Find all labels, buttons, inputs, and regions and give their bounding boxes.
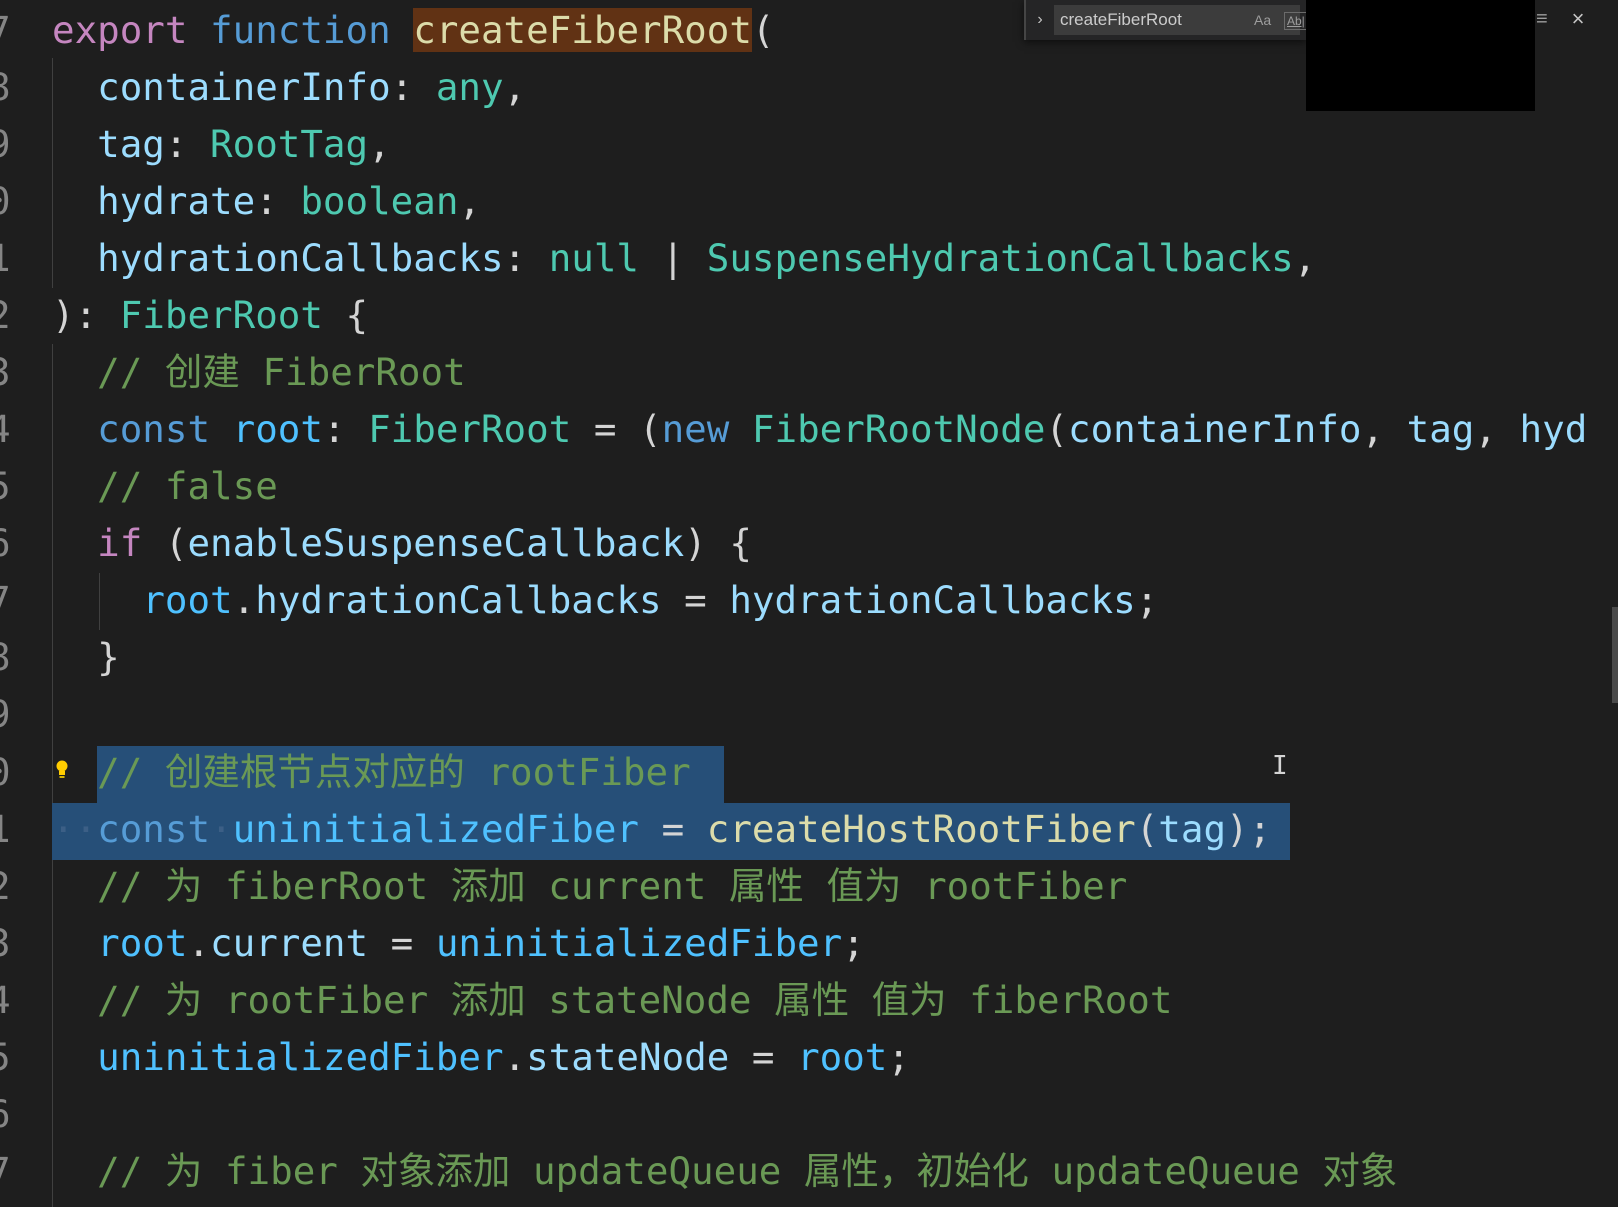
scrollbar-thumb[interactable] bbox=[1612, 607, 1618, 703]
code-text: // 创建根节点对应的 rootFiber bbox=[97, 750, 691, 794]
menu-lines-icon[interactable]: ≡ bbox=[1536, 8, 1554, 30]
line-number: 0 bbox=[0, 173, 28, 230]
code-editor[interactable]: 7 export function createFiberRoot( 8 con… bbox=[0, 0, 1618, 1207]
code-text: root.hydrationCallbacks = hydrationCallb… bbox=[142, 578, 1159, 622]
code-line[interactable]: 3 root.current = uninitializedFiber; bbox=[0, 915, 1618, 972]
code-text: tag: RootTag, bbox=[97, 122, 391, 166]
code-line[interactable]: 1 ··const·uninitializedFiber = createHos… bbox=[0, 801, 1618, 858]
line-number: 3 bbox=[0, 344, 28, 401]
line-number: 7 bbox=[0, 572, 28, 629]
line-number: 4 bbox=[0, 972, 28, 1029]
code-line[interactable]: 9 tag: RootTag, bbox=[0, 116, 1618, 173]
code-line[interactable]: 8 } bbox=[0, 629, 1618, 686]
line-number: 7 bbox=[0, 1143, 28, 1200]
line-number: 4 bbox=[0, 401, 28, 458]
vertical-scrollbar[interactable] bbox=[1608, 0, 1618, 1207]
code-text: } bbox=[97, 635, 120, 679]
code-text: // 为 fiberRoot 添加 current 属性 值为 rootFibe… bbox=[97, 864, 1128, 908]
line-number: 9 bbox=[0, 686, 28, 743]
code-text: hydrationCallbacks: null | SuspenseHydra… bbox=[97, 236, 1317, 280]
code-line[interactable]: 6 bbox=[0, 1086, 1618, 1143]
lightbulb-icon[interactable] bbox=[54, 746, 70, 778]
code-line[interactable]: 7 // 为 fiber 对象添加 updateQueue 属性，初始化 upd… bbox=[0, 1143, 1618, 1200]
code-text: const root: FiberRoot = (new FiberRootNo… bbox=[97, 407, 1588, 451]
code-line[interactable]: 0 // 创建根节点对应的 rootFiber bbox=[0, 744, 1618, 801]
line-number: 8 bbox=[0, 59, 28, 116]
line-number: 6 bbox=[0, 1086, 28, 1143]
line-number: 5 bbox=[0, 1029, 28, 1086]
code-text: hydrate: boolean, bbox=[97, 179, 481, 223]
code-text: ): FiberRoot { bbox=[52, 293, 369, 337]
obscured-region bbox=[1306, 0, 1535, 111]
line-number: 5 bbox=[0, 458, 28, 515]
chevron-right-icon[interactable]: › bbox=[1032, 8, 1048, 32]
code-line[interactable]: 6 if (enableSuspenseCallback) { bbox=[0, 515, 1618, 572]
code-text: if (enableSuspenseCallback) { bbox=[97, 521, 752, 565]
code-line[interactable]: 5 uninitializedFiber.stateNode = root; bbox=[0, 1029, 1618, 1086]
line-number: 2 bbox=[0, 858, 28, 915]
match-case-toggle[interactable]: Aa bbox=[1254, 9, 1271, 31]
code-text: export function createFiberRoot( bbox=[52, 8, 775, 52]
line-number: 0 bbox=[0, 744, 28, 801]
code-line[interactable]: 4 const root: FiberRoot = (new FiberRoot… bbox=[0, 401, 1618, 458]
code-text: containerInfo: any, bbox=[97, 65, 527, 109]
code-line[interactable]: 5 // false bbox=[0, 458, 1618, 515]
code-text: // 为 fiber 对象添加 updateQueue 属性，初始化 updat… bbox=[97, 1149, 1398, 1193]
code-text: // 为 rootFiber 添加 stateNode 属性 值为 fiberR… bbox=[97, 978, 1173, 1022]
code-text: // false bbox=[97, 464, 278, 508]
line-number: 3 bbox=[0, 915, 28, 972]
line-number: 1 bbox=[0, 230, 28, 287]
code-line[interactable]: 3 // 创建 FiberRoot bbox=[0, 344, 1618, 401]
line-number: 7 bbox=[0, 2, 28, 59]
close-icon[interactable]: × bbox=[1567, 6, 1589, 32]
code-line[interactable]: 9 bbox=[0, 686, 1618, 743]
code-text: // 创建 FiberRoot bbox=[97, 350, 466, 394]
line-number: 8 bbox=[0, 629, 28, 686]
code-text: uninitializedFiber.stateNode = root; bbox=[97, 1035, 910, 1079]
find-widget: › Aa Ab| bbox=[1024, 0, 1308, 40]
line-number: 2 bbox=[0, 287, 28, 344]
code-text: ··const·uninitializedFiber = createHostR… bbox=[52, 807, 1272, 851]
code-line[interactable]: 0 hydrate: boolean, bbox=[0, 173, 1618, 230]
code-line[interactable]: 2 ): FiberRoot { bbox=[0, 287, 1618, 344]
line-number: 1 bbox=[0, 801, 28, 858]
line-number: 9 bbox=[0, 116, 28, 173]
code-line[interactable]: 7 root.hydrationCallbacks = hydrationCal… bbox=[0, 572, 1618, 629]
code-line[interactable]: 1 hydrationCallbacks: null | SuspenseHyd… bbox=[0, 230, 1618, 287]
text-cursor-icon: I bbox=[1272, 751, 1288, 781]
code-text: root.current = uninitializedFiber; bbox=[97, 921, 865, 965]
find-match-highlight: createFiberRoot bbox=[413, 8, 752, 52]
code-line[interactable]: 4 // 为 rootFiber 添加 stateNode 属性 值为 fibe… bbox=[0, 972, 1618, 1029]
line-number: 6 bbox=[0, 515, 28, 572]
code-line[interactable]: 2 // 为 fiberRoot 添加 current 属性 值为 rootFi… bbox=[0, 858, 1618, 915]
whole-word-toggle[interactable]: Ab| bbox=[1284, 12, 1308, 30]
